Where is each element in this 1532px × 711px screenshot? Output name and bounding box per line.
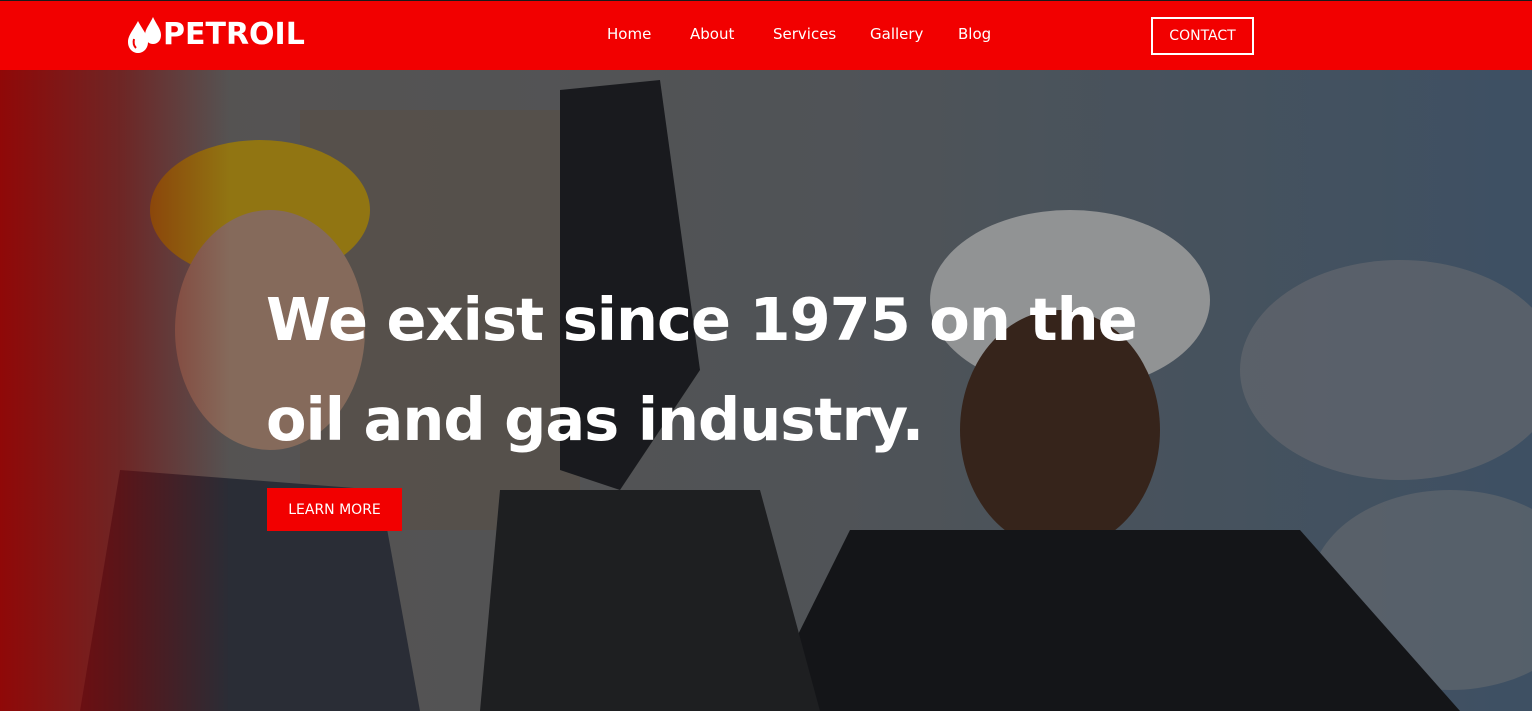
- headline-line-1: We exist since 1975 on the: [266, 285, 1138, 354]
- headline-line-2: oil and gas industry.: [266, 385, 924, 454]
- nav-link-home[interactable]: Home: [607, 23, 651, 45]
- brand-logo[interactable]: PETROIL: [127, 15, 305, 55]
- oil-drop-icon: [128, 17, 161, 53]
- nav-link-about[interactable]: About: [690, 23, 734, 45]
- top-navbar: PETROIL Home About Services Gallery Blog…: [0, 0, 1532, 70]
- hero-headline: We exist since 1975 on the oil and gas i…: [266, 270, 1166, 470]
- hero-section: We exist since 1975 on the oil and gas i…: [0, 70, 1532, 711]
- nav-link-gallery[interactable]: Gallery: [870, 23, 923, 45]
- contact-button[interactable]: CONTACT: [1151, 17, 1254, 55]
- nav-link-services[interactable]: Services: [773, 23, 836, 45]
- nav-link-blog[interactable]: Blog: [958, 23, 991, 45]
- brand-name: PETROIL: [163, 17, 305, 52]
- learn-more-button[interactable]: LEARN MORE: [267, 488, 402, 531]
